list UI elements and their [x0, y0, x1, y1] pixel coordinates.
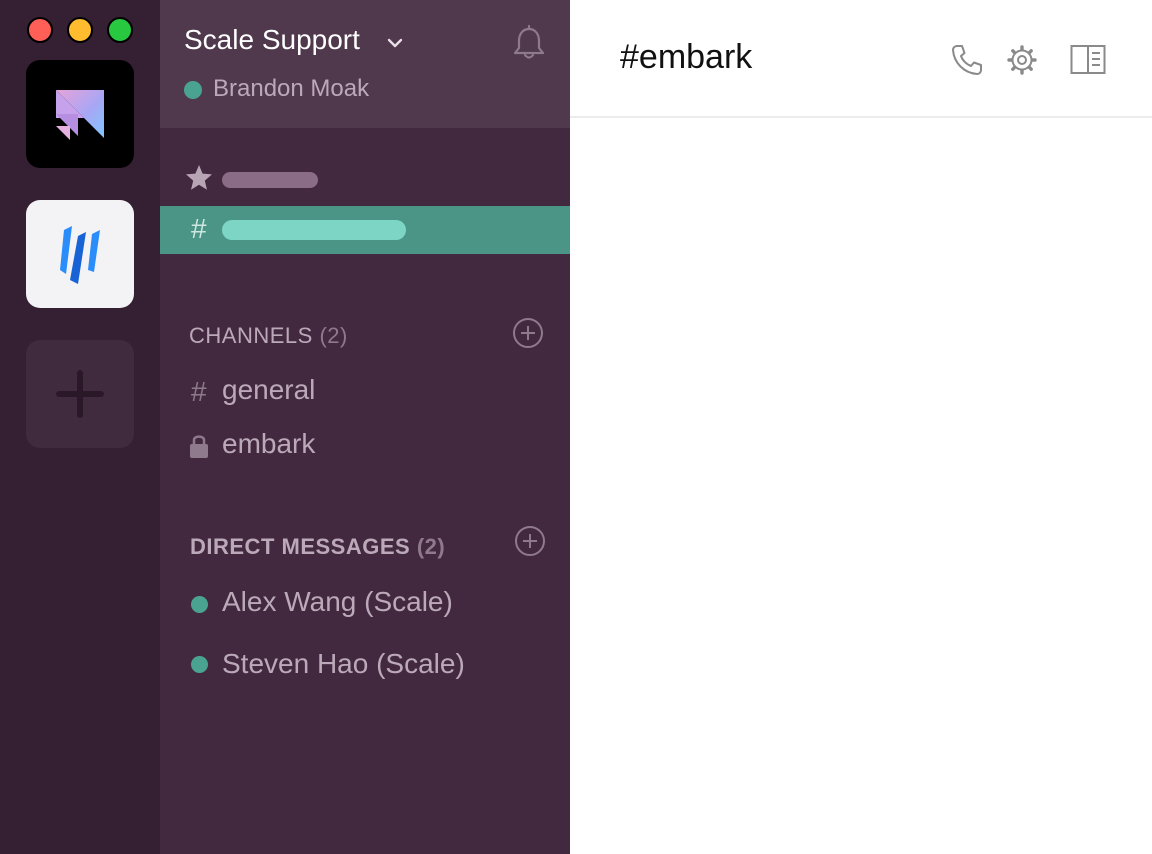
selected-channel-placeholder	[222, 220, 406, 240]
hash-icon: #	[191, 376, 207, 407]
window-zoom-button[interactable]	[107, 17, 133, 43]
blue-stripes-logo-icon	[60, 226, 100, 284]
team-header[interactable]: Scale Support Brandon Moak	[160, 0, 570, 128]
gear-icon[interactable]	[1006, 44, 1038, 76]
channel-label: general	[222, 374, 316, 405]
selected-channel-row[interactable]: #	[160, 206, 570, 254]
workspace-switcher-item[interactable]	[26, 60, 134, 168]
channel-title: #embark	[620, 38, 753, 76]
direct-messages-title: DIRECT MESSAGES	[190, 534, 411, 559]
presence-dot	[191, 656, 208, 673]
channels-section-title[interactable]: CHANNELS (2)	[189, 323, 348, 349]
presence-dot	[191, 596, 208, 613]
details-panel-icon[interactable]	[1070, 44, 1106, 76]
channels-title: CHANNELS	[189, 323, 313, 348]
add-workspace-button[interactable]	[26, 340, 134, 448]
lock-icon	[190, 435, 208, 458]
channel-label: embark	[222, 428, 316, 459]
bell-icon[interactable]	[510, 24, 548, 62]
gradient-logo-icon	[56, 90, 104, 140]
current-user-name: Brandon Moak	[213, 75, 370, 102]
channel-header: #embark	[570, 0, 1152, 118]
dm-label: Steven Hao (Scale)	[222, 648, 465, 679]
workspace-rail	[0, 0, 160, 854]
chevron-down-icon[interactable]	[386, 34, 404, 52]
presence-dot	[184, 81, 202, 99]
workspace-switcher-item[interactable]	[26, 200, 134, 308]
window-minimize-button[interactable]	[67, 17, 93, 43]
star-icon	[186, 165, 212, 190]
phone-icon[interactable]	[950, 43, 984, 77]
hash-icon: #	[191, 213, 207, 244]
add-channel-icon[interactable]	[512, 317, 544, 349]
add-direct-message-icon[interactable]	[514, 525, 546, 557]
channel-sidebar: Scale Support Brandon Moak # CHANNELS (2…	[160, 0, 570, 854]
dm-label: Alex Wang (Scale)	[222, 586, 453, 617]
direct-messages-section-title[interactable]: DIRECT MESSAGES (2)	[190, 534, 445, 560]
starred-item-placeholder[interactable]	[222, 172, 318, 188]
direct-messages-count: (2)	[416, 534, 446, 559]
message-area	[570, 118, 1152, 854]
window-close-button[interactable]	[27, 17, 53, 43]
team-name[interactable]: Scale Support	[184, 24, 360, 56]
channels-count: (2)	[319, 323, 348, 348]
